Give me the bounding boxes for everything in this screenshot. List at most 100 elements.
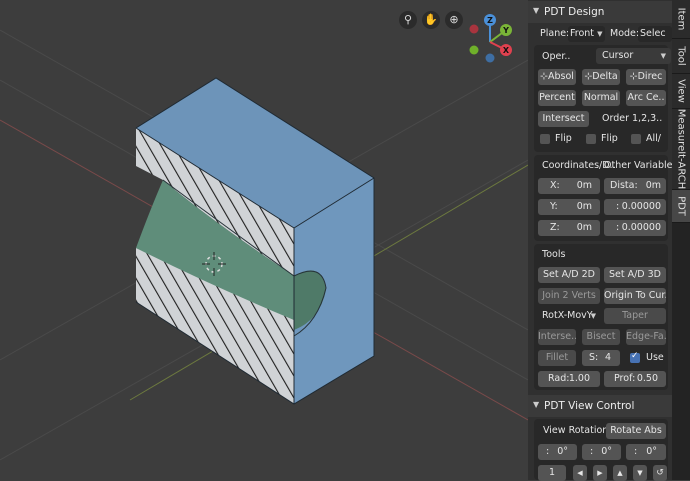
profile-value: 0.50 — [636, 373, 658, 384]
tab-pdt[interactable]: PDT — [672, 190, 690, 223]
step-field[interactable]: 1 — [538, 465, 566, 481]
flip-label-1: Flip — [555, 133, 572, 144]
edge-face-button[interactable]: Edge-Fa.. — [626, 329, 666, 345]
collapse-arrow-icon[interactable]: ▼ — [533, 6, 539, 15]
order-select[interactable]: 1,2,3.. — [630, 111, 668, 127]
delta-button[interactable]: ⊹Delta — [582, 69, 620, 85]
arrow-right-icon: ▶ — [597, 469, 603, 477]
reset-view-button[interactable]: ↺ — [653, 465, 667, 481]
rotate-right-button[interactable]: ▶ — [593, 465, 607, 481]
rotate-down-button[interactable]: ▼ — [633, 465, 647, 481]
rotation-y-label: : — [590, 446, 594, 457]
absol-button[interactable]: ⊹Absol — [538, 69, 576, 85]
plane-select[interactable]: Front ▼ — [568, 26, 605, 42]
absol-label: Absol — [548, 71, 574, 82]
all-checkbox[interactable] — [631, 134, 641, 144]
arc-centre-button[interactable]: Arc Ce.. — [626, 90, 666, 106]
y-field[interactable]: Y: 0m — [538, 199, 600, 215]
direction-icon: ⊹ — [629, 71, 638, 82]
z-label: Z: — [550, 222, 560, 233]
mesh-object[interactable] — [135, 77, 375, 405]
gizmo-x-label: X — [503, 46, 510, 55]
rotation-x-field[interactable]: : 0° — [538, 444, 577, 460]
arrow-down-icon: ▼ — [637, 469, 643, 477]
3d-viewport[interactable]: Z Y X ⚲ ✋ ⊕ — [0, 0, 528, 480]
mode-select[interactable]: Selec — [638, 26, 672, 42]
refresh-icon: ↺ — [656, 468, 664, 478]
tab-other-variables[interactable]: Other Variables — [604, 160, 677, 171]
angle-label-1: : — [616, 201, 620, 212]
percent-button[interactable]: Percent — [538, 90, 576, 106]
chevron-down-icon: ▼ — [597, 30, 603, 38]
tab-view[interactable]: View — [672, 74, 690, 109]
use-label: Use — [646, 352, 664, 363]
step-value: 1 — [548, 467, 556, 478]
pdt-view-control-header[interactable]: ▼ PDT View Control — [528, 395, 672, 417]
tab-item[interactable]: Item — [672, 0, 690, 39]
x-value: 0m — [576, 180, 592, 191]
profile-field[interactable]: Prof: 0.50 — [604, 371, 666, 387]
sidebar-panel: ▼ PDT Design Plane: Front ▼ Mode: Selec … — [528, 0, 677, 481]
rotation-select[interactable]: RotX-MovY ▼ — [538, 308, 600, 324]
z-value: 0m — [576, 222, 592, 233]
set-ad-3d-button[interactable]: Set A/D 3D — [604, 267, 666, 283]
oper-label: Oper.. — [542, 51, 571, 62]
normal-button[interactable]: Normal — [582, 90, 620, 106]
viewport-scene: Z Y X — [0, 14, 528, 461]
operation-value: Cursor — [602, 50, 634, 61]
flip-checkbox-1[interactable] — [540, 134, 550, 144]
use-checkbox[interactable] — [630, 351, 640, 363]
pdt-design-header[interactable]: ▼ PDT Design — [528, 1, 672, 23]
hand-icon[interactable]: ✋ — [422, 11, 440, 29]
segments-value: 4 — [604, 352, 611, 363]
origin-to-cursor-button[interactable]: Origin To Cur.. — [604, 288, 666, 304]
navigation-gizmo[interactable]: Z Y X — [469, 14, 513, 63]
tab-measureit-arch[interactable]: MeasureIt-ARCH — [672, 109, 690, 190]
distance-label: Dista: — [610, 180, 638, 191]
bisect-button[interactable]: Bisect — [582, 329, 620, 345]
segments-field[interactable]: S: 4 — [582, 350, 620, 366]
intersect-tool-button[interactable]: Interse.. — [538, 329, 576, 345]
rotate-up-button[interactable]: ▲ — [613, 465, 627, 481]
tab-tool[interactable]: Tool — [672, 39, 690, 74]
angle-value-2: 0.00000 — [621, 222, 661, 233]
intersect-button[interactable]: Intersect — [538, 111, 589, 127]
join-2-verts-button[interactable]: Join 2 Verts — [538, 288, 600, 304]
x-label: X: — [550, 180, 560, 191]
x-field[interactable]: X: 0m — [538, 178, 600, 194]
camera-icon[interactable]: ⚲ — [399, 11, 417, 29]
distance-field[interactable]: Dista: 0m — [604, 178, 666, 194]
direc-button[interactable]: ⊹Direc — [626, 69, 666, 85]
rotation-z-field[interactable]: : 0° — [626, 444, 666, 460]
delta-label: Delta — [592, 71, 618, 82]
rotation-x-label: : — [546, 446, 550, 457]
zoom-icon[interactable]: ⊕ — [445, 11, 463, 29]
angle-field-2[interactable]: : 0.00000 — [604, 220, 666, 236]
chevron-down-icon: ▼ — [590, 312, 596, 320]
taper-button[interactable]: Taper — [604, 308, 666, 324]
z-field[interactable]: Z: 0m — [538, 220, 600, 236]
rotation-z-label: : — [634, 446, 638, 457]
mode-value: Selec — [640, 28, 666, 39]
rotation-y-field[interactable]: : 0° — [582, 444, 621, 460]
order-label: Order — [602, 113, 629, 124]
all-label: All/ — [646, 133, 661, 144]
angle-field-1[interactable]: : 0.00000 — [604, 199, 666, 215]
radius-field[interactable]: Rad: 1.00 — [538, 371, 600, 387]
rotate-abs-button[interactable]: Rotate Abs — [606, 423, 666, 439]
absolute-icon: ⊹ — [540, 71, 549, 82]
rotation-value: RotX-MovY — [542, 310, 593, 321]
flip-checkbox-2[interactable] — [586, 134, 596, 144]
collapse-arrow-icon[interactable]: ▼ — [533, 400, 539, 409]
plane-value: Front — [570, 28, 595, 39]
y-value: 0m — [576, 201, 592, 212]
panel-title: PDT Design — [544, 6, 605, 18]
panel-title: PDT View Control — [544, 400, 635, 412]
arrow-left-icon: ◀ — [577, 469, 583, 477]
fillet-button[interactable]: Fillet — [538, 350, 576, 366]
set-ad-2d-button[interactable]: Set A/D 2D — [538, 267, 600, 283]
radius-label: Rad: — [548, 373, 570, 384]
mode-label: Mode: — [610, 28, 640, 39]
operation-select[interactable]: Cursor ▼ — [596, 48, 671, 64]
rotate-left-button[interactable]: ◀ — [573, 465, 587, 481]
